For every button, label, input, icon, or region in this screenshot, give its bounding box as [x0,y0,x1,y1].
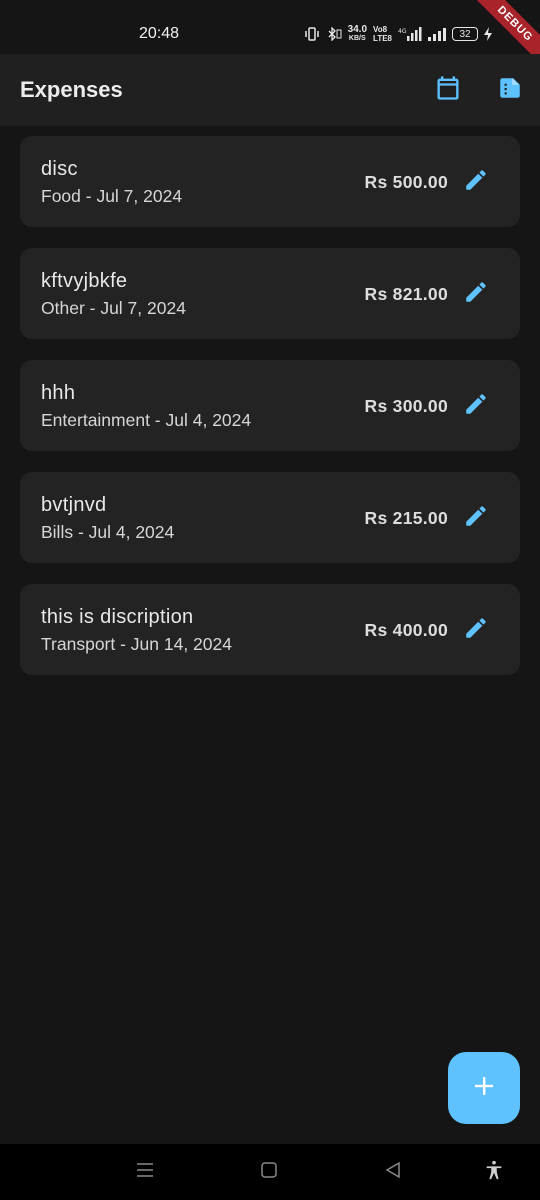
recents-button[interactable] [129,1156,161,1188]
svg-text:4G: 4G [398,28,407,35]
accessibility-icon [483,1159,505,1186]
expense-category-date: Entertainment - Jul 4, 2024 [41,410,252,430]
home-button[interactable] [253,1156,285,1188]
edit-icon [463,279,489,310]
expense-category-date: Food - Jul 7, 2024 [41,186,183,206]
back-icon [384,1161,402,1184]
calendar-icon [434,74,462,107]
expense-amount: Rs 500.00 [364,172,448,192]
expense-amount: Rs 215.00 [364,508,448,528]
add-expense-button[interactable] [448,1052,520,1124]
expense-list: disc Food - Jul 7, 2024 Rs 500.00 kftvyj… [20,136,520,696]
vibrate-icon [304,27,320,41]
signal-icon [428,27,446,41]
plus-icon [472,1074,496,1103]
menu-icon [136,1161,154,1184]
status-icons: 34.0 KB/S Vo8 LTE8 4G 32 [304,24,492,44]
home-icon [260,1161,278,1184]
charging-icon [484,27,492,41]
back-button[interactable] [377,1156,409,1188]
net-speed-unit: KB/S [348,35,366,42]
edit-button[interactable] [462,280,490,308]
expense-category-date: Other - Jul 7, 2024 [41,298,186,318]
expense-description: disc [41,158,78,180]
volte-indicator: Vo8 LTE8 [373,25,392,43]
bluetooth-icon [326,27,342,41]
expense-amount: Rs 300.00 [364,396,448,416]
edit-button[interactable] [462,168,490,196]
expense-card[interactable]: kftvyjbkfe Other - Jul 7, 2024 Rs 821.00 [20,248,520,339]
expense-card[interactable]: bvtjnvd Bills - Jul 4, 2024 Rs 215.00 [20,472,520,563]
battery-indicator: 32 [452,27,478,41]
volte-bottom: LTE8 [373,34,392,43]
expense-category-date: Bills - Jul 4, 2024 [41,522,175,542]
status-bar: 20:48 34.0 KB/S Vo8 LTE8 4G 32 DEBUG [0,0,540,70]
edit-icon [463,615,489,646]
net-speed-value: 34.0 [347,24,368,35]
edit-icon [463,167,489,198]
edit-button[interactable] [462,392,490,420]
expense-category-date: Transport - Jun 14, 2024 [41,634,232,654]
accessibility-button[interactable] [478,1156,510,1188]
signal-4g-icon: 4G [398,27,422,41]
status-time: 20:48 [139,25,180,42]
expense-description: kftvyjbkfe [41,270,128,292]
calendar-button[interactable] [430,72,466,108]
edit-button[interactable] [462,504,490,532]
note-icon [497,75,523,106]
expense-card[interactable]: this is discription Transport - Jun 14, … [20,584,520,675]
expense-card[interactable]: disc Food - Jul 7, 2024 Rs 500.00 [20,136,520,227]
expense-amount: Rs 400.00 [364,620,448,640]
edit-icon [463,391,489,422]
net-speed: 34.0 KB/S [348,25,367,43]
edit-button[interactable] [462,616,490,644]
page-title: Expenses [20,77,123,102]
edit-icon [463,503,489,534]
expense-description: hhh [41,382,76,404]
expense-description: this is discription [41,606,194,628]
expense-amount: Rs 821.00 [364,284,448,304]
report-button[interactable] [492,72,528,108]
expense-description: bvtjnvd [41,494,107,516]
volte-top: Vo8 [373,25,388,34]
expense-card[interactable]: hhh Entertainment - Jul 4, 2024 Rs 300.0… [20,360,520,451]
app-bar: Expenses [0,54,540,126]
system-nav-bar [0,1144,540,1200]
